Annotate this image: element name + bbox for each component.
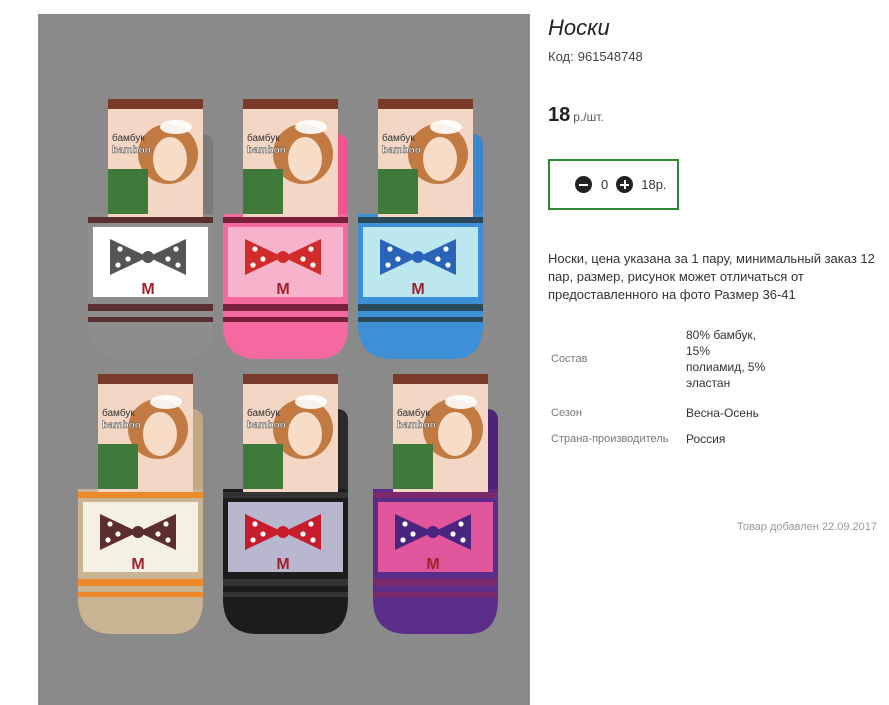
svg-text:M: M — [131, 556, 144, 573]
property-row-composition: Состав 80% бамбук, 15% полиамид, 5% элас… — [548, 325, 766, 393]
property-row-season: Сезон Весна-Осень — [548, 403, 766, 423]
sock-pair-3: Mбамбукbamboo — [358, 99, 483, 359]
plus-circle-icon[interactable] — [616, 176, 634, 193]
property-label: Состав — [551, 353, 588, 365]
svg-text:бамбук: бамбук — [247, 132, 280, 144]
sock-pair-1: Mбамбукbamboo — [88, 99, 213, 359]
added-date: Товар добавлен 22.09.2017 — [736, 521, 877, 533]
price-unit: р./шт. — [573, 110, 604, 124]
quantity-value[interactable]: 0 — [601, 177, 608, 192]
sock-pair-5: Mбамбукbamboo — [223, 374, 348, 634]
svg-text:M: M — [411, 281, 424, 298]
product-photo-svg: MбамбукbambooMбамбукbambooMбамбукbambooM… — [78, 99, 498, 634]
svg-text:bamboo: bamboo — [102, 420, 141, 431]
minus-circle-icon[interactable] — [575, 176, 592, 193]
property-value: Весна-Осень — [686, 406, 759, 420]
svg-text:бамбук: бамбук — [247, 407, 280, 419]
product-price: 18 р./шт. — [548, 104, 604, 127]
property-value: Россия — [686, 432, 726, 446]
svg-text:bamboo: bamboo — [112, 145, 151, 156]
svg-text:bamboo: bamboo — [247, 420, 286, 431]
svg-text:M: M — [426, 556, 439, 573]
product-photo[interactable]: Mбамбук bamboo Mбамбук bamboo Mбамбук bamboo M… — [38, 14, 530, 705]
property-value: 80% бамбук, 15% полиамид, 5% эластан — [686, 328, 766, 390]
sock-pair-2: Mбамбукbamboo — [223, 99, 348, 359]
svg-text:бамбук: бамбук — [382, 132, 415, 144]
property-label: Сезон — [551, 407, 582, 419]
svg-text:бамбук: бамбук — [397, 407, 430, 419]
svg-text:M: M — [276, 556, 289, 573]
sock-pair-6: Mбамбукbamboo — [373, 374, 498, 634]
product-code-value: 961548748 — [577, 49, 643, 64]
svg-text:bamboo: bamboo — [247, 145, 286, 156]
product-code-label: Код: — [548, 49, 574, 64]
product-title: Носки — [548, 15, 610, 40]
price-value: 18 — [548, 104, 571, 126]
svg-text:бамбук: бамбук — [102, 407, 135, 419]
quantity-sum: 18р. — [641, 177, 667, 192]
svg-text:bamboo: bamboo — [397, 420, 436, 431]
product-properties: Состав 80% бамбук, 15% полиамид, 5% элас… — [548, 325, 766, 449]
quantity-stepper: 0 18р. — [548, 159, 679, 210]
product-code: Код: 961548748 — [548, 49, 647, 64]
svg-text:M: M — [276, 281, 289, 298]
svg-text:бамбук: бамбук — [112, 132, 145, 144]
svg-text:bamboo: bamboo — [382, 145, 421, 156]
svg-text:M: M — [141, 281, 154, 298]
product-description: Носки, цена указана за 1 пару, минимальн… — [548, 251, 875, 302]
property-row-country: Страна-производитель Россия — [548, 429, 766, 449]
sock-pair-4: Mбамбукbamboo — [78, 374, 203, 634]
property-label: Страна-производитель — [551, 433, 669, 445]
